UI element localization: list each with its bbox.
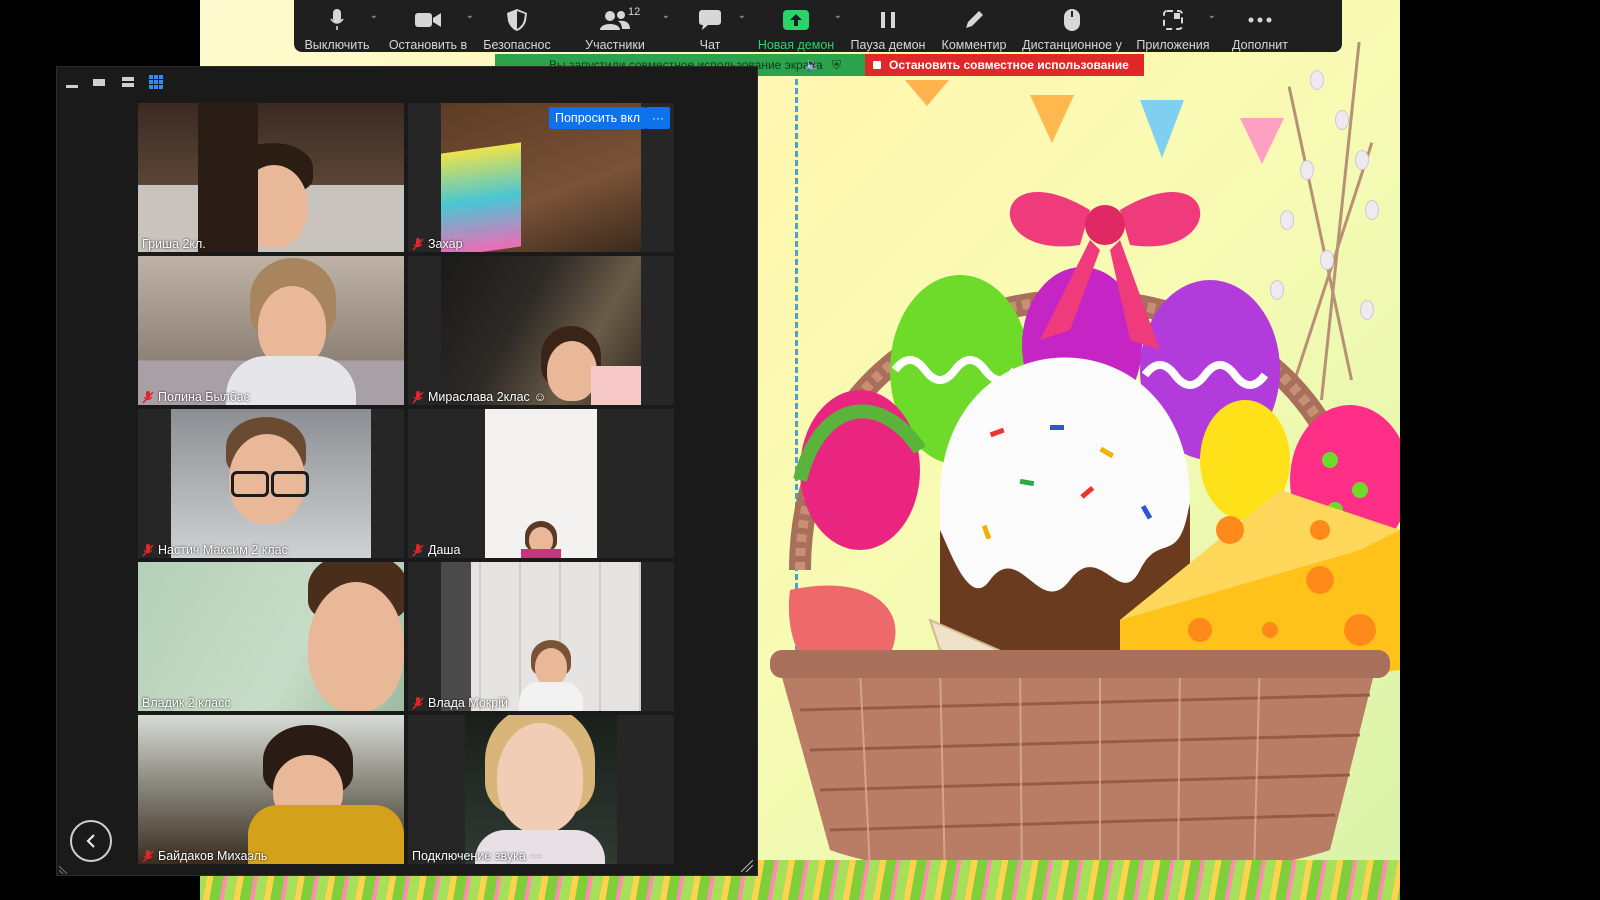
participant-video: [138, 562, 404, 711]
participant-tile[interactable]: Настич Максим 2 клас: [138, 409, 404, 558]
participant-video: [441, 562, 641, 711]
participant-name: Настич Максим 2 клас: [158, 543, 288, 557]
muted-microphone-icon: [412, 696, 424, 710]
strip-view-button[interactable]: [121, 75, 135, 89]
participant-tile[interactable]: Гриша 2кл.: [138, 103, 404, 252]
chevron-down-icon[interactable]: ⌄: [662, 10, 670, 21]
annotate-button[interactable]: Комментир: [932, 0, 1016, 52]
ask-to-unmute-button[interactable]: Попросить вкл: [549, 107, 647, 129]
chevron-down-icon[interactable]: ⌄: [738, 10, 746, 21]
participant-video: [465, 715, 617, 864]
participant-tile[interactable]: Даша: [408, 409, 674, 558]
gallery-grid-button[interactable]: [149, 75, 163, 89]
microphone-icon: [330, 9, 344, 30]
tile-more-button[interactable]: ···: [646, 107, 670, 129]
muted-microphone-icon: [412, 390, 424, 404]
grid-icon: [149, 75, 163, 89]
chevron-down-icon[interactable]: ⌄: [1208, 10, 1216, 21]
participant-tile[interactable]: Байдаков Михаэль: [138, 715, 404, 864]
chat-icon: [699, 10, 721, 30]
apps-icon: [1163, 10, 1183, 30]
security-shield-icon: [507, 9, 527, 31]
pencil-icon: [966, 11, 983, 28]
speaker-icon[interactable]: 🔈: [805, 57, 821, 73]
resize-handle[interactable]: [58, 861, 71, 875]
strip-view-icon: [122, 77, 134, 87]
participant-name: Владик 2 класс: [142, 696, 231, 710]
participants-button[interactable]: 12 Участники ⌄: [558, 0, 672, 52]
participant-name: Захар: [428, 237, 463, 251]
previous-page-button[interactable]: [70, 820, 112, 862]
chevron-left-icon: [86, 834, 95, 848]
meeting-toolbar: Выключить ⌄ Остановить в ⌄ Безопаснос 12…: [294, 0, 1342, 52]
participant-tile[interactable]: Владик 2 класс: [138, 562, 404, 711]
muted-microphone-icon: [412, 543, 424, 557]
participant-tile[interactable]: Влада Мокрій: [408, 562, 674, 711]
participant-name: Полина Былбас: [158, 390, 250, 404]
emoji-icon: ☺: [533, 390, 547, 404]
mute-button[interactable]: Выключить ⌄: [294, 0, 380, 52]
bunting-flag: [1030, 95, 1074, 143]
resize-grip-icon: [58, 865, 68, 875]
more-button[interactable]: Дополнит: [1218, 0, 1302, 52]
participant-video: [138, 715, 404, 864]
participant-name: Мираслава 2клас: [428, 390, 530, 404]
participant-video: [171, 409, 371, 558]
chevron-down-icon[interactable]: ⌄: [370, 10, 378, 21]
speaker-view-button[interactable]: [92, 75, 106, 89]
chat-button[interactable]: Чат ⌄: [672, 0, 748, 52]
gallery-view-switcher: [57, 67, 757, 97]
security-button[interactable]: Безопаснос: [476, 0, 558, 52]
stop-square-icon: [873, 61, 881, 69]
participant-video: [138, 256, 404, 405]
resize-grip-icon: [740, 859, 754, 873]
participant-video: [485, 409, 597, 558]
participants-icon: [600, 11, 630, 30]
video-camera-icon: [415, 13, 441, 27]
stop-share-button[interactable]: Остановить совместное использование: [865, 54, 1144, 76]
minimize-view-button[interactable]: [65, 75, 79, 89]
stop-video-button[interactable]: Остановить в ⌄: [380, 0, 476, 52]
participant-tile[interactable]: Полина Былбас: [138, 256, 404, 405]
chevron-down-icon[interactable]: ⌄: [834, 10, 842, 21]
easter-basket-illustration: [770, 191, 1400, 886]
bunting-flag: [905, 80, 949, 106]
apps-button[interactable]: Приложения ⌄: [1128, 0, 1218, 52]
participant-name: Гриша 2кл.: [142, 237, 206, 251]
participant-name: Влада Мокрій: [428, 696, 508, 710]
participant-count: 12: [628, 6, 641, 18]
participant-video: [441, 256, 641, 405]
participant-name: Подключение звука: [412, 849, 526, 863]
participant-name: Даша: [428, 543, 461, 557]
pause-share-button[interactable]: Пауза демон: [844, 0, 932, 52]
new-share-button[interactable]: Новая демон ⌄: [748, 0, 844, 52]
connecting-audio-icon: ···: [529, 849, 543, 863]
more-icon: [1248, 17, 1272, 23]
share-screen-icon: [783, 10, 809, 30]
remote-control-button[interactable]: Дистанционное у: [1016, 0, 1128, 52]
participant-tile[interactable]: Подключение звука ···: [408, 715, 674, 864]
resize-handle[interactable]: [740, 859, 754, 873]
participant-tile[interactable]: Мираслава 2клас ☺: [408, 256, 674, 405]
speaker-view-icon: [93, 79, 105, 86]
muted-microphone-icon: [412, 237, 424, 251]
muted-microphone-icon: [142, 543, 154, 557]
shield-icon: ⛨: [831, 57, 841, 72]
mouse-icon: [1064, 9, 1080, 31]
participant-name: Байдаков Михаэль: [158, 849, 268, 863]
minimize-icon: [66, 85, 78, 88]
participant-video: [138, 103, 404, 252]
muted-microphone-icon: [142, 390, 154, 404]
chevron-down-icon[interactable]: ⌄: [466, 10, 474, 21]
muted-microphone-icon: [142, 849, 154, 863]
pause-icon: [881, 12, 895, 28]
